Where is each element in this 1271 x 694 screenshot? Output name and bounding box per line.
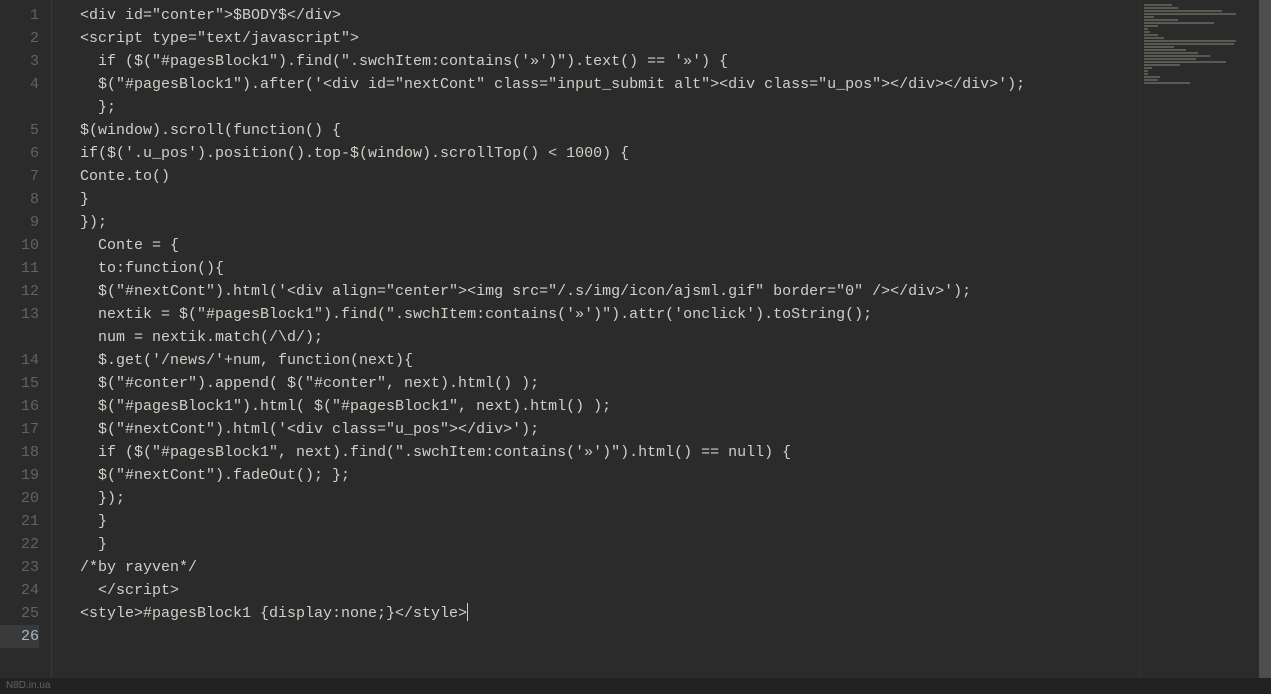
- line-number: 20: [0, 487, 39, 510]
- line-number: 4: [0, 73, 39, 96]
- code-line: num = nextik.match(/\d/);: [80, 326, 1139, 349]
- minimap-line: [1144, 7, 1178, 9]
- code-area[interactable]: <div id="conter">$BODY$</div><script typ…: [52, 0, 1139, 694]
- minimap-line: [1144, 34, 1158, 36]
- code-line: <style>#pagesBlock1 {display:none;}</sty…: [80, 602, 1139, 625]
- line-number: 26: [0, 625, 39, 648]
- code-line: $.get('/news/'+num, function(next){: [80, 349, 1139, 372]
- code-editor: 1234 5678910111213 141516171819202122232…: [0, 0, 1271, 694]
- code-line: if ($("#pagesBlock1", next).find(".swchI…: [80, 441, 1139, 464]
- line-number: 25: [0, 602, 39, 625]
- minimap-line: [1144, 31, 1150, 33]
- minimap-line: [1144, 13, 1236, 15]
- line-number: 2: [0, 27, 39, 50]
- line-number: 16: [0, 395, 39, 418]
- line-number: 9: [0, 211, 39, 234]
- code-line: nextik = $("#pagesBlock1").find(".swchIt…: [80, 303, 1139, 326]
- code-line: $("#pagesBlock1").html( $("#pagesBlock1"…: [80, 395, 1139, 418]
- minimap-line: [1144, 61, 1226, 63]
- minimap-line: [1144, 4, 1172, 6]
- line-number: 8: [0, 188, 39, 211]
- line-number: 18: [0, 441, 39, 464]
- code-line: to:function(){: [80, 257, 1139, 280]
- code-line: Conte.to(): [80, 165, 1139, 188]
- line-number-continuation: [0, 326, 39, 349]
- code-line: $("#nextCont").html('<div class="u_pos">…: [80, 418, 1139, 441]
- minimap-line: [1144, 70, 1148, 72]
- line-number: 17: [0, 418, 39, 441]
- minimap-line: [1144, 22, 1214, 24]
- minimap-line: [1144, 67, 1152, 69]
- minimap-line: [1144, 82, 1190, 84]
- minimap-line: [1144, 25, 1158, 27]
- code-line: }: [80, 510, 1139, 533]
- code-line: $("#conter").append( $("#conter", next).…: [80, 372, 1139, 395]
- line-number-gutter[interactable]: 1234 5678910111213 141516171819202122232…: [0, 0, 52, 694]
- minimap-line: [1144, 52, 1198, 54]
- status-text: N8D.in.ua: [6, 680, 50, 691]
- minimap-line: [1144, 46, 1174, 48]
- minimap-line: [1144, 79, 1158, 81]
- line-number: 10: [0, 234, 39, 257]
- line-number: 13: [0, 303, 39, 326]
- minimap-line: [1144, 76, 1160, 78]
- line-number: 21: [0, 510, 39, 533]
- code-line: $("#nextCont").html('<div align="center"…: [80, 280, 1139, 303]
- status-bar: N8D.in.ua: [0, 678, 1271, 694]
- line-number: 7: [0, 165, 39, 188]
- line-number: 19: [0, 464, 39, 487]
- minimap-line: [1144, 55, 1210, 57]
- code-line: Conte = {: [80, 234, 1139, 257]
- code-line: if($('.u_pos').position().top-$(window).…: [80, 142, 1139, 165]
- minimap[interactable]: [1139, 0, 1259, 694]
- minimap-line: [1144, 28, 1148, 30]
- minimap-line: [1144, 73, 1148, 75]
- minimap-line: [1144, 40, 1236, 42]
- minimap-line: [1144, 10, 1222, 12]
- code-line: }: [80, 533, 1139, 556]
- code-line: <script type="text/javascript">: [80, 27, 1139, 50]
- code-line: </script>: [80, 579, 1139, 602]
- line-number: 6: [0, 142, 39, 165]
- text-cursor: [467, 603, 468, 621]
- line-number: 24: [0, 579, 39, 602]
- code-line: }: [80, 188, 1139, 211]
- line-number: 22: [0, 533, 39, 556]
- code-line: $("#pagesBlock1").after('<div id="nextCo…: [80, 73, 1139, 96]
- code-line: });: [80, 211, 1139, 234]
- code-line: <div id="conter">$BODY$</div>: [80, 4, 1139, 27]
- minimap-line: [1144, 58, 1196, 60]
- code-line: /*by rayven*/: [80, 556, 1139, 579]
- minimap-line: [1144, 16, 1154, 18]
- code-line: });: [80, 487, 1139, 510]
- line-number: 12: [0, 280, 39, 303]
- line-number: 5: [0, 119, 39, 142]
- code-line: if ($("#pagesBlock1").find(".swchItem:co…: [80, 50, 1139, 73]
- line-number: 11: [0, 257, 39, 280]
- line-number-continuation: [0, 96, 39, 119]
- scrollbar-thumb[interactable]: [1259, 0, 1271, 694]
- minimap-line: [1144, 49, 1186, 51]
- minimap-line: [1144, 37, 1164, 39]
- minimap-line: [1144, 19, 1178, 21]
- line-number: 15: [0, 372, 39, 395]
- code-line: };: [80, 96, 1139, 119]
- vertical-scrollbar[interactable]: [1259, 0, 1271, 694]
- line-number: 1: [0, 4, 39, 27]
- minimap-line: [1144, 64, 1180, 66]
- line-number: 14: [0, 349, 39, 372]
- code-line: $("#nextCont").fadeOut(); };: [80, 464, 1139, 487]
- line-number: 23: [0, 556, 39, 579]
- code-line: $(window).scroll(function() {: [80, 119, 1139, 142]
- line-number: 3: [0, 50, 39, 73]
- minimap-line: [1144, 43, 1234, 45]
